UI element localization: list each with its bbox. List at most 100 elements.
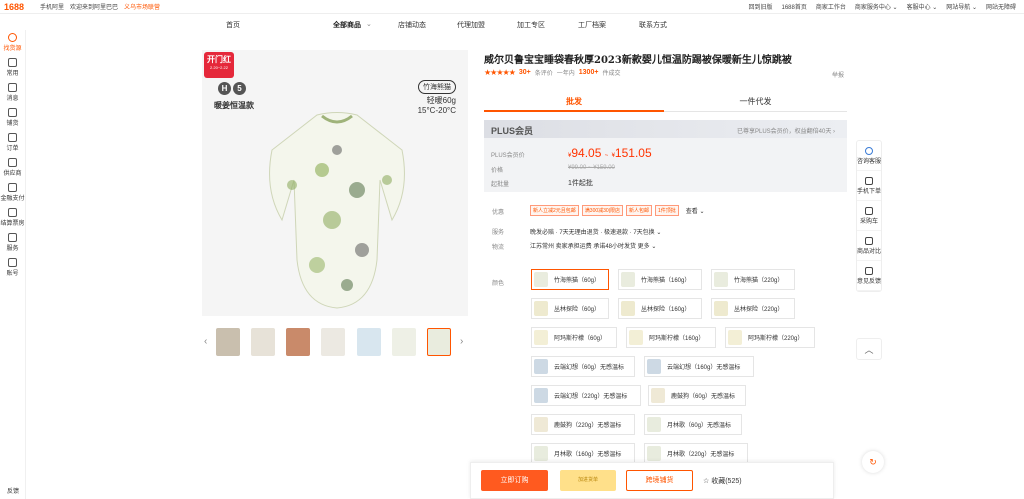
sidebar-item-message[interactable]: 消息 bbox=[0, 80, 25, 105]
cross-border-button[interactable]: 跨境铺货 bbox=[626, 470, 693, 491]
plus-note[interactable]: 已尊享PLUS会员价，权益翻倍40天 › bbox=[737, 126, 835, 135]
sidebar-item-find[interactable]: 找货源 bbox=[0, 30, 25, 55]
color-option[interactable]: 丛林探险（220g） bbox=[711, 298, 795, 319]
thumbnail[interactable] bbox=[392, 328, 416, 356]
rail-consult[interactable]: 咨询客服 bbox=[857, 141, 881, 171]
sidebar-item-supplier[interactable]: 供应商 bbox=[0, 155, 25, 180]
temp-label: 15°C-20°C bbox=[417, 106, 456, 115]
topbar-link-home[interactable]: 1688首页 bbox=[782, 2, 807, 11]
thumbnail[interactable] bbox=[286, 328, 310, 356]
nav-all-products[interactable]: 全部商品 bbox=[333, 20, 361, 30]
message-icon bbox=[8, 83, 17, 92]
coupon[interactable]: 新人包邮 bbox=[626, 205, 653, 216]
distribute-icon bbox=[8, 108, 17, 117]
thumbnail[interactable] bbox=[251, 328, 275, 356]
sidebar-item-account[interactable]: 账号 bbox=[0, 255, 25, 280]
welcome-text: 欢迎来到阿里巴巴 bbox=[70, 5, 119, 11]
tab-dropship[interactable]: 一件代发 bbox=[664, 92, 847, 112]
logistics-value[interactable]: 江苏常州 卖家承担运费 承诺48小时发货 更多 ⌄ bbox=[530, 241, 656, 250]
plus-title: PLUS会员 bbox=[491, 126, 534, 136]
color-option[interactable]: 阿玛斯柠檬（220g） bbox=[725, 327, 815, 348]
location-link[interactable]: 义乌市场联营 bbox=[124, 2, 160, 11]
plus-header: PLUS会员 已尊享PLUS会员价，权益翻倍40天 › bbox=[484, 120, 847, 138]
rail-mobile-order[interactable]: 手机下单 bbox=[857, 171, 881, 201]
topbar-link-nav[interactable]: 网站导航 ⌄ bbox=[946, 2, 977, 11]
feedback-link[interactable]: 反馈 bbox=[0, 486, 26, 495]
promo-badge: 开门红 2.20~2.22 bbox=[204, 52, 234, 78]
color-option[interactable]: 竹海熊猫（160g） bbox=[618, 269, 702, 290]
color-option[interactable]: 云端幻想（220g）无感温标 bbox=[531, 385, 641, 406]
color-option[interactable]: 云端幻想（160g）无感温标 bbox=[644, 356, 754, 377]
thumbnail[interactable] bbox=[321, 328, 345, 356]
weight-label: 轻暖60g bbox=[426, 96, 456, 105]
chevron-down-icon: ⌄ bbox=[366, 21, 372, 28]
color-option[interactable]: 丛林探险（60g） bbox=[531, 298, 609, 319]
nav-agent[interactable]: 代理加盟 bbox=[457, 20, 485, 30]
topbar-link-workbench[interactable]: 商家工作台 bbox=[816, 2, 846, 11]
prev-arrow-icon[interactable]: ‹ bbox=[204, 336, 207, 347]
rail-compare[interactable]: 商品对比 bbox=[857, 231, 881, 261]
nav-home[interactable]: 首页 bbox=[226, 20, 240, 30]
coupon-more[interactable]: 查看 ⌄ bbox=[686, 206, 705, 215]
rail-cart[interactable]: 采购车 bbox=[857, 201, 881, 231]
sidebar-item-orders[interactable]: 订单 bbox=[0, 130, 25, 155]
discount-label: 优惠 bbox=[492, 210, 505, 216]
sidebar-item-finance[interactable]: 金融支付 bbox=[0, 180, 25, 205]
tab-wholesale[interactable]: 批发 bbox=[484, 92, 664, 112]
order-icon bbox=[8, 133, 17, 142]
color-option[interactable]: 鹿鼓狗（60g）无感温标 bbox=[648, 385, 746, 406]
color-option[interactable]: 月林歌（220g）无感温标 bbox=[644, 443, 748, 464]
back-to-top-button[interactable]: ︿ bbox=[856, 338, 882, 360]
color-option[interactable]: 月林歌（60g）无感温标 bbox=[644, 414, 742, 435]
coupon[interactable]: 新人立减2元且包邮 bbox=[530, 205, 579, 216]
orig-price-label: 价格 bbox=[491, 168, 504, 174]
color-option[interactable]: 丛林探险（160g） bbox=[618, 298, 702, 319]
next-arrow-icon[interactable]: › bbox=[460, 336, 463, 347]
floating-service-icon[interactable]: ↻ bbox=[862, 451, 884, 473]
favorite-button[interactable]: ☆ 收藏(525) bbox=[703, 476, 742, 486]
product-title: 威尔贝鲁宝宝睡袋春秋厚2023新款婴儿恒温防踢被保暖新生儿惊跳被 bbox=[484, 55, 792, 66]
topbar-link-accessibility[interactable]: 网站无障碍 bbox=[986, 2, 1016, 11]
topbar-link-merchant[interactable]: 商家服务中心 ⌄ bbox=[855, 2, 898, 11]
coupon[interactable]: 满300减30|限店 bbox=[581, 205, 623, 216]
color-option[interactable]: 鹿鼓狗（220g）无感温标 bbox=[531, 414, 635, 435]
service-value[interactable]: 晚发必赔 · 7天无理由退货 · 极速退款 · 7天包换 ⌄ bbox=[530, 227, 661, 236]
color-option[interactable]: 阿玛斯柠檬（60g） bbox=[531, 327, 617, 348]
nav-contact[interactable]: 联系方式 bbox=[639, 20, 667, 30]
sidebar-item-common[interactable]: 常用 bbox=[0, 55, 25, 80]
coupon[interactable]: 1件顶批 bbox=[655, 205, 679, 216]
color-option[interactable]: 阿玛斯柠檬（160g） bbox=[626, 327, 716, 348]
thumbnail-selected[interactable] bbox=[427, 328, 451, 356]
mobile-link[interactable]: 手机阿里 bbox=[40, 2, 64, 11]
add-cart-button[interactable]: 加进货单 bbox=[560, 470, 616, 491]
nav-factory[interactable]: 工厂档案 bbox=[578, 20, 606, 30]
thumbnail[interactable] bbox=[357, 328, 381, 356]
logo-1688[interactable]: 1688 bbox=[0, 2, 30, 12]
topbar-link-old[interactable]: 回到旧版 bbox=[748, 2, 772, 11]
color-option[interactable]: 月林歌（160g）无感温标 bbox=[531, 443, 635, 464]
color-option[interactable]: 竹海熊猫（220g） bbox=[711, 269, 795, 290]
sidebar-item-settlement[interactable]: 结算票房 bbox=[0, 205, 25, 230]
topbar-link-service[interactable]: 客服中心 ⌄ bbox=[907, 2, 938, 11]
sidebar-item-service[interactable]: 服务 bbox=[0, 230, 25, 255]
service-label: 服务 bbox=[492, 230, 505, 236]
color-option[interactable]: 云端幻想（60g）无感温标 bbox=[531, 356, 635, 377]
thumbnail-video[interactable] bbox=[216, 328, 240, 356]
compare-icon bbox=[865, 236, 873, 245]
purchase-tabs: 批发 一件代发 bbox=[484, 92, 847, 112]
sleeping-bag-illustration bbox=[269, 112, 405, 309]
account-icon bbox=[8, 258, 17, 267]
product-main-image[interactable]: 开门红 2.20~2.22 H5 暖姜恒温款 竹海熊猫 轻暖60g 15°C-2… bbox=[202, 50, 468, 316]
buy-now-button[interactable]: 立即订购 bbox=[481, 470, 548, 491]
sidebar-item-distribute[interactable]: 铺货 bbox=[0, 105, 25, 130]
settlement-icon bbox=[8, 208, 17, 217]
nav-process[interactable]: 加工专区 bbox=[517, 20, 545, 30]
finance-icon bbox=[8, 183, 17, 192]
nav-shop-news[interactable]: 店铺动态 bbox=[398, 20, 426, 30]
rail-feedback[interactable]: 意见反馈 bbox=[857, 261, 881, 291]
orig-price: ¥99.00 ~ ¥159.00 bbox=[568, 165, 615, 171]
report-link[interactable]: 举报 bbox=[832, 70, 844, 79]
thumbnail-strip: ‹ › bbox=[202, 326, 468, 360]
color-option[interactable]: 竹海熊猫（60g） bbox=[531, 269, 609, 290]
review-count[interactable]: 30+ bbox=[519, 69, 531, 76]
